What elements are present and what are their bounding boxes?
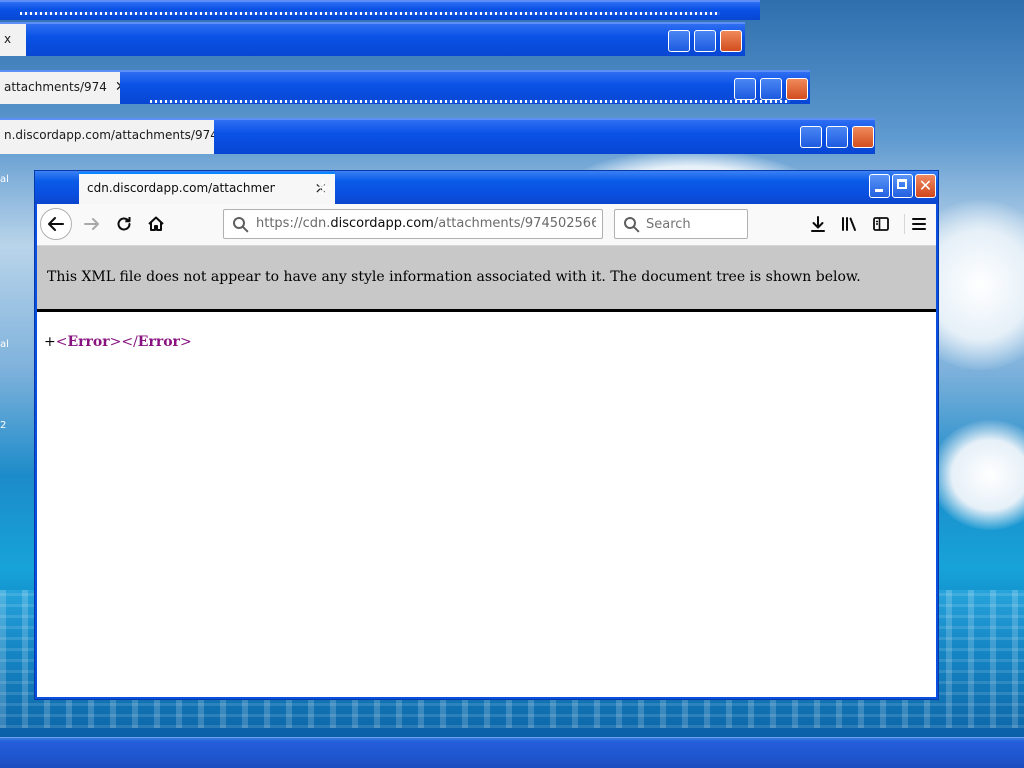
ghost-maximize-button <box>760 78 782 100</box>
tab-title: cdn.discordapp.com/attachments/9745 <box>87 181 275 195</box>
xml-tree: +<Error></Error> <box>44 334 192 350</box>
xml-info-banner: This XML file does not appear to have an… <box>37 246 936 312</box>
reload-button[interactable] <box>112 212 136 236</box>
xml-info-text: This XML file does not appear to have an… <box>47 269 861 285</box>
desktop-icon-label[interactable]: 2 <box>0 420 6 431</box>
ghost-maximize-button <box>694 30 716 52</box>
taskbar[interactable] <box>0 737 1024 768</box>
forward-button[interactable] <box>80 212 104 236</box>
hamburger-menu-icon <box>912 218 926 230</box>
ghost-minimize-button <box>800 126 822 148</box>
close-icon: ✕ <box>918 176 933 195</box>
library-button[interactable] <box>837 212 861 236</box>
ghost-close-button <box>720 30 742 52</box>
maximize-button[interactable] <box>892 174 913 198</box>
navigation-toolbar: https://cdn.discordapp.com/attachments/9… <box>37 204 936 246</box>
desktop-icon-label[interactable]: al <box>0 174 9 185</box>
forward-arrow-icon <box>84 218 99 230</box>
cloud <box>930 420 1024 530</box>
download-icon <box>811 216 825 232</box>
url-bar[interactable]: https://cdn.discordapp.com/attachments/9… <box>223 209 603 239</box>
ghost-close-button <box>852 126 874 148</box>
url-prefix: https://cdn. <box>256 216 331 231</box>
back-arrow-icon <box>48 217 64 231</box>
ghost-minimize-button <box>668 30 690 52</box>
library-icon <box>842 217 856 231</box>
xml-bracket: </ <box>121 334 138 350</box>
minimize-button[interactable] <box>869 174 890 198</box>
reload-icon <box>117 217 131 231</box>
ghost-window-titlebar: n.discordapp.com/attachments/974✕ <box>0 118 875 154</box>
ghost-close-button <box>786 78 808 100</box>
ghost-tab-close-icon: ✕ <box>115 72 120 102</box>
page-content: This XML file does not appear to have an… <box>37 246 936 697</box>
menu-button[interactable] <box>907 212 931 236</box>
ghost-tab: n.discordapp.com/attachments/974✕ <box>0 120 214 154</box>
ghost-tab-title: n.discordapp.com/attachments/974 <box>4 128 214 142</box>
desktop-icon-label[interactable]: al <box>0 339 9 350</box>
back-button[interactable] <box>40 208 72 240</box>
url-domain: discordapp.com <box>330 216 434 231</box>
expand-toggle[interactable]: + <box>44 334 56 350</box>
ghost-tab: attachments/974 ✕ <box>0 72 120 104</box>
url-text[interactable]: https://cdn.discordapp.com/attachments/9… <box>256 216 596 231</box>
search-bar[interactable]: Search <box>614 209 748 239</box>
xml-bracket: > <box>179 334 192 350</box>
url-path: /attachments/974502566798966 <box>433 216 596 231</box>
ghost-tab-title: attachments/974 <box>4 80 107 94</box>
ghost-tab-close: x <box>4 32 12 46</box>
xml-bracket: > <box>109 334 122 350</box>
tab-active[interactable]: cdn.discordapp.com/attachments/9745 × <box>79 172 335 204</box>
search-placeholder: Search <box>646 217 691 232</box>
ghost-window-titlebar: x <box>0 22 745 56</box>
close-button[interactable]: ✕ <box>915 174 936 198</box>
ghost-minimize-button <box>734 78 756 100</box>
search-icon <box>233 217 249 233</box>
toolbar-separator <box>904 214 905 234</box>
glitch-artifact <box>20 12 720 15</box>
xml-open-tag: Error <box>67 334 110 350</box>
new-tab-button[interactable]: + <box>311 175 335 199</box>
search-icon <box>624 217 640 233</box>
xml-bracket: < <box>55 334 68 350</box>
browser-window: cdn.discordapp.com/attachments/9745 × + … <box>34 170 939 700</box>
title-bar[interactable]: cdn.discordapp.com/attachments/9745 × + … <box>35 171 938 204</box>
home-icon <box>148 216 164 231</box>
sidebar-icon <box>873 217 889 231</box>
downloads-button[interactable] <box>806 212 830 236</box>
ghost-window-titlebar: attachments/974 ✕ <box>0 70 810 104</box>
ghost-window-titlebar <box>0 0 760 20</box>
xml-close-tag: Error <box>137 334 180 350</box>
home-button[interactable] <box>144 212 168 236</box>
ghost-tab: x <box>0 24 26 56</box>
ghost-maximize-button <box>826 126 848 148</box>
glitch-artifact <box>150 100 790 103</box>
sidebar-button[interactable] <box>869 212 893 236</box>
